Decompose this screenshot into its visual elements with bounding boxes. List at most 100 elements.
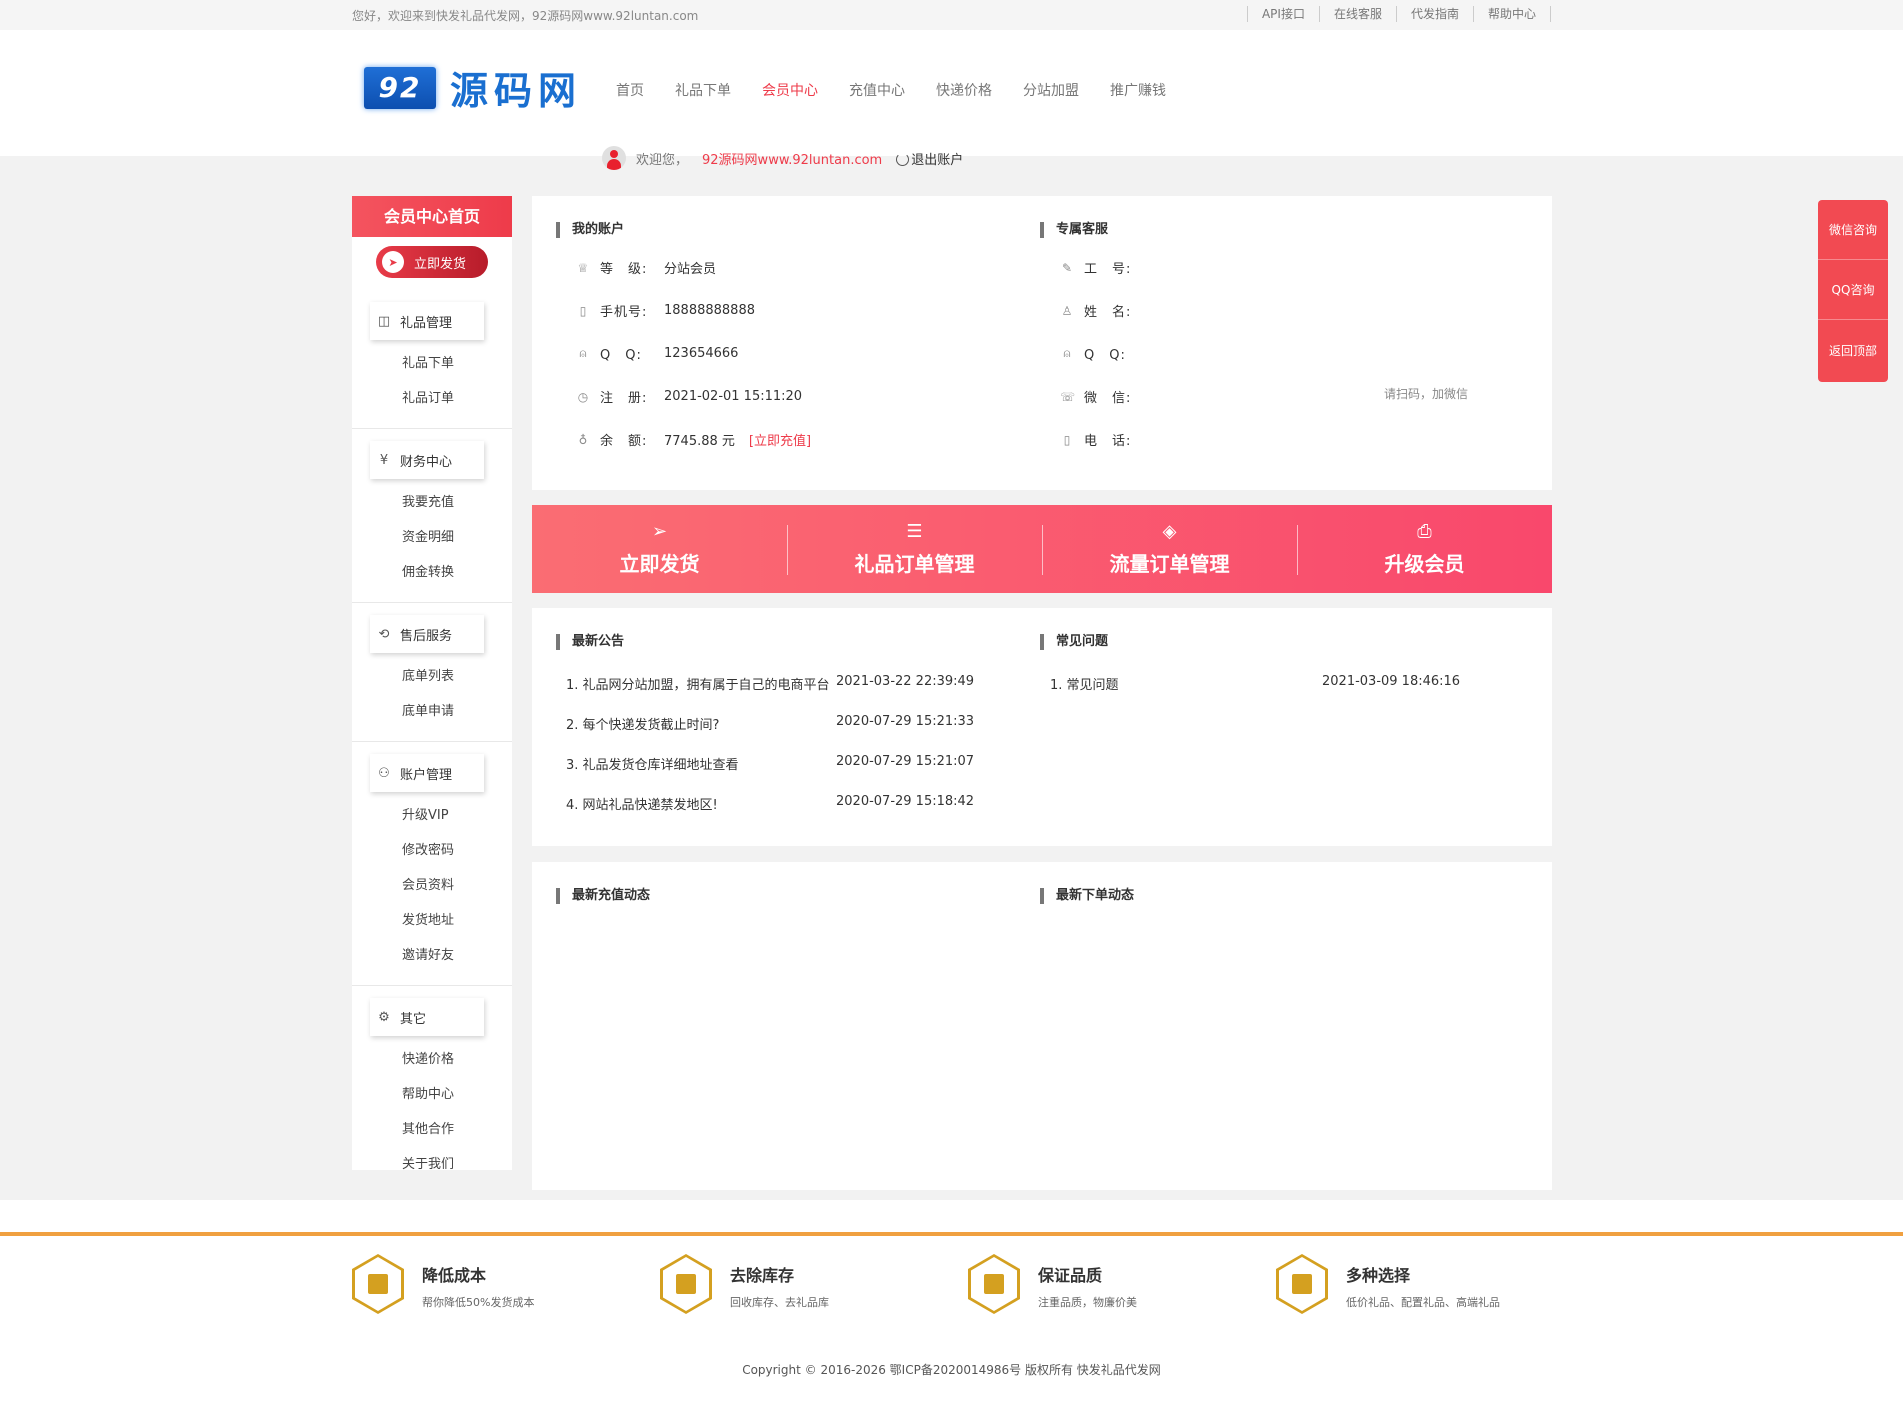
- feature-desc: 注重品质，物廉价美: [1038, 1296, 1137, 1309]
- account-panel: 我的账户 ♕ 等 级: 分站会员 ▯ 手机号: 18888888888 ⍝ Q Q: 123…: [532, 196, 1552, 490]
- sidebar-group-gift: ◫ 礼品管理 礼品下单 礼品订单: [352, 290, 512, 429]
- group-title-finance[interactable]: ¥ 财务中心: [370, 441, 484, 479]
- money-bag-icon: ♁: [578, 432, 588, 447]
- qr-note: 请扫码，加微信: [1384, 387, 1469, 401]
- sidebar-item-fund-detail[interactable]: 资金明细: [402, 520, 512, 555]
- action-flow-orders[interactable]: ◈ 流量订单管理: [1042, 505, 1297, 593]
- logo-badge: 92: [364, 66, 436, 109]
- feature-title: 降低成本: [422, 1266, 487, 1285]
- nav-home[interactable]: 首页: [616, 80, 644, 100]
- nav-recharge[interactable]: 充值中心: [849, 80, 905, 100]
- service-icon: ⟲: [378, 626, 390, 642]
- group-title-other[interactable]: ⚙ 其它: [370, 998, 484, 1036]
- sidebar-item-receipt-list[interactable]: 底单列表: [402, 659, 512, 694]
- sidebar-item-profile[interactable]: 会员资料: [402, 868, 512, 903]
- username[interactable]: 92源码网www.92luntan.com: [702, 149, 882, 168]
- receipt-icon: [352, 1254, 404, 1314]
- phone-icon: ▯: [579, 303, 587, 318]
- feature-desc: 低价礼品、配置礼品、高端礼品: [1346, 1296, 1500, 1309]
- order-activity-title: 最新下单动态: [1040, 888, 1134, 904]
- link-online-service[interactable]: 在线客服: [1318, 6, 1396, 22]
- group-title-gift[interactable]: ◫ 礼品管理: [370, 302, 484, 340]
- feature-choice: 多种选择 低价礼品、配置礼品、高端礼品: [1276, 1254, 1500, 1314]
- action-gift-orders[interactable]: ☰ 礼品订单管理: [787, 505, 1042, 593]
- link-help[interactable]: 帮助中心: [1472, 6, 1551, 22]
- sidebar-item-about[interactable]: 关于我们: [402, 1147, 512, 1182]
- notice-item[interactable]: 2. 每个快递发货截止时间? 2020-07-29 15:21:33: [566, 714, 974, 733]
- notice-item[interactable]: 3. 礼品发货仓库详细地址查看 2020-07-29 15:21:07: [566, 754, 974, 773]
- link-api[interactable]: API接口: [1246, 6, 1319, 22]
- logout-link[interactable]: 退出账户: [896, 149, 963, 168]
- account-row-level: ♕ 等 级: 分站会员: [577, 260, 717, 278]
- header: 92 源码网 首页 礼品下单 会员中心 充值中心 快递价格 分站加盟 推广赚钱 …: [0, 30, 1903, 170]
- sidebar: 会员中心首页 ➤ 立即发货 ◫ 礼品管理 礼品下单 礼品订单 ¥ 财务中心 我要充值…: [352, 196, 512, 1172]
- notice-item[interactable]: 1. 礼品网分站加盟，拥有属于自己的电商平台 2021-03-22 22:39:4…: [566, 674, 974, 693]
- nav-member-center[interactable]: 会员中心: [762, 80, 818, 100]
- sidebar-item-receipt-apply[interactable]: 底单申请: [402, 694, 512, 729]
- account-row-balance: ♁ 余 额: 7745.88 元 [立即充值]: [576, 430, 811, 450]
- footer: 降低成本 帮你降低50%发货成本 去除库存 回收库存、去礼品库 保证品质 注重品质，物…: [0, 1200, 1903, 1407]
- quick-action-bar: ➢ 立即发货 ☰ 礼品订单管理 ◈ 流量订单管理 ⎙ 升级会员: [532, 505, 1552, 593]
- user-icon: ♙: [1061, 303, 1073, 318]
- sidebar-item-express-price[interactable]: 快递价格: [402, 1042, 512, 1077]
- link-guide[interactable]: 代发指南: [1395, 6, 1473, 22]
- phone-icon: ▯: [1063, 432, 1071, 447]
- checklist-icon: [1276, 1254, 1328, 1314]
- nav-promote[interactable]: 推广赚钱: [1110, 80, 1166, 100]
- account-row-register: ◷ 注 册: 2021-02-01 15:11:20: [577, 389, 803, 406]
- nav-franchise[interactable]: 分站加盟: [1023, 80, 1079, 100]
- feature-desc: 回收库存、去礼品库: [730, 1296, 829, 1309]
- send-icon: ➢: [651, 520, 668, 542]
- sidebar-item-ship-address[interactable]: 发货地址: [402, 903, 512, 938]
- sidebar-group-account: ⚇ 账户管理 升级VIP 修改密码 会员资料 发货地址 邀请好友: [352, 742, 512, 986]
- diamond-icon: ◈: [1162, 520, 1177, 542]
- notice-title: 最新公告: [556, 634, 624, 650]
- notice-item[interactable]: 4. 网站礼品快递禁发地区! 2020-07-29 15:18:42: [566, 794, 974, 813]
- sidebar-item-invite[interactable]: 邀请好友: [402, 938, 512, 973]
- user-line: 欢迎您， 92源码网www.92luntan.com 退出账户: [602, 146, 963, 170]
- group-title-aftersale[interactable]: ⟲ 售后服务: [370, 615, 484, 653]
- recharge-activity-title: 最新充值动态: [556, 888, 650, 904]
- yen-icon: ¥: [379, 452, 389, 468]
- account-row-phone: ▯ 手机号: 18888888888: [576, 301, 755, 320]
- sidebar-head[interactable]: 会员中心首页: [352, 196, 512, 237]
- account-row-qq: ⍝ Q Q: 123654666: [576, 344, 738, 363]
- group-title-label: 礼品管理: [400, 315, 453, 331]
- feature-cost: 降低成本 帮你降低50%发货成本: [352, 1254, 534, 1314]
- action-upgrade-member[interactable]: ⎙ 升级会员: [1297, 505, 1552, 593]
- site-logo[interactable]: 92 源码网: [364, 60, 582, 115]
- sidebar-item-recharge[interactable]: 我要充值: [402, 485, 512, 520]
- nav-express-price[interactable]: 快递价格: [936, 80, 992, 100]
- sidebar-item-upgrade-vip[interactable]: 升级VIP: [402, 798, 512, 833]
- sidebar-item-help[interactable]: 帮助中心: [402, 1077, 512, 1112]
- copyright: Copyright © 2016-2026 鄂ICP备2020014986号 版…: [742, 1363, 1161, 1377]
- sidebar-item-gift-order[interactable]: 礼品下单: [402, 346, 512, 381]
- boxes-icon: [660, 1254, 712, 1314]
- sidebar-item-cooperation[interactable]: 其他合作: [402, 1112, 512, 1147]
- crown-icon: ♕: [577, 260, 589, 275]
- sidebar-send-button[interactable]: ➤ 立即发货: [376, 246, 488, 278]
- avatar: [602, 146, 626, 170]
- account-title: 我的账户: [556, 222, 624, 238]
- qq-icon: ⍝: [1063, 346, 1071, 360]
- float-qq-button[interactable]: QQ咨询: [1818, 260, 1888, 320]
- service-row-qq: ⍝ Q Q:: [1060, 344, 1148, 363]
- float-back-top-button[interactable]: 返回顶部: [1818, 320, 1888, 380]
- list-icon: ☰: [906, 520, 923, 542]
- top-welcome-text: 您好，欢迎来到快发礼品代发网，92源码网www.92luntan.com: [352, 9, 699, 23]
- float-contact-bar: 微信咨询 QQ咨询 返回顶部: [1818, 200, 1888, 382]
- sidebar-group-finance: ¥ 财务中心 我要充值 资金明细 佣金转换: [352, 429, 512, 603]
- nav-gift-order[interactable]: 礼品下单: [675, 80, 731, 100]
- faq-item[interactable]: 1. 常见问题 2021-03-09 18:46:16: [1050, 674, 1460, 693]
- action-send-now[interactable]: ➢ 立即发货: [532, 505, 787, 593]
- group-title-account[interactable]: ⚇ 账户管理: [370, 754, 484, 792]
- top-links: API接口 在线客服 代发指南 帮助中心: [1246, 6, 1551, 22]
- feature-title: 保证品质: [1038, 1266, 1103, 1285]
- gear-icon: ⚙: [378, 1009, 390, 1025]
- sidebar-item-commission[interactable]: 佣金转换: [402, 555, 512, 590]
- sidebar-item-gift-orders[interactable]: 礼品订单: [402, 381, 512, 416]
- faq-title: 常见问题: [1040, 634, 1108, 650]
- float-wechat-button[interactable]: 微信咨询: [1818, 200, 1888, 260]
- recharge-link[interactable]: [立即充值]: [749, 430, 811, 449]
- sidebar-item-change-password[interactable]: 修改密码: [402, 833, 512, 868]
